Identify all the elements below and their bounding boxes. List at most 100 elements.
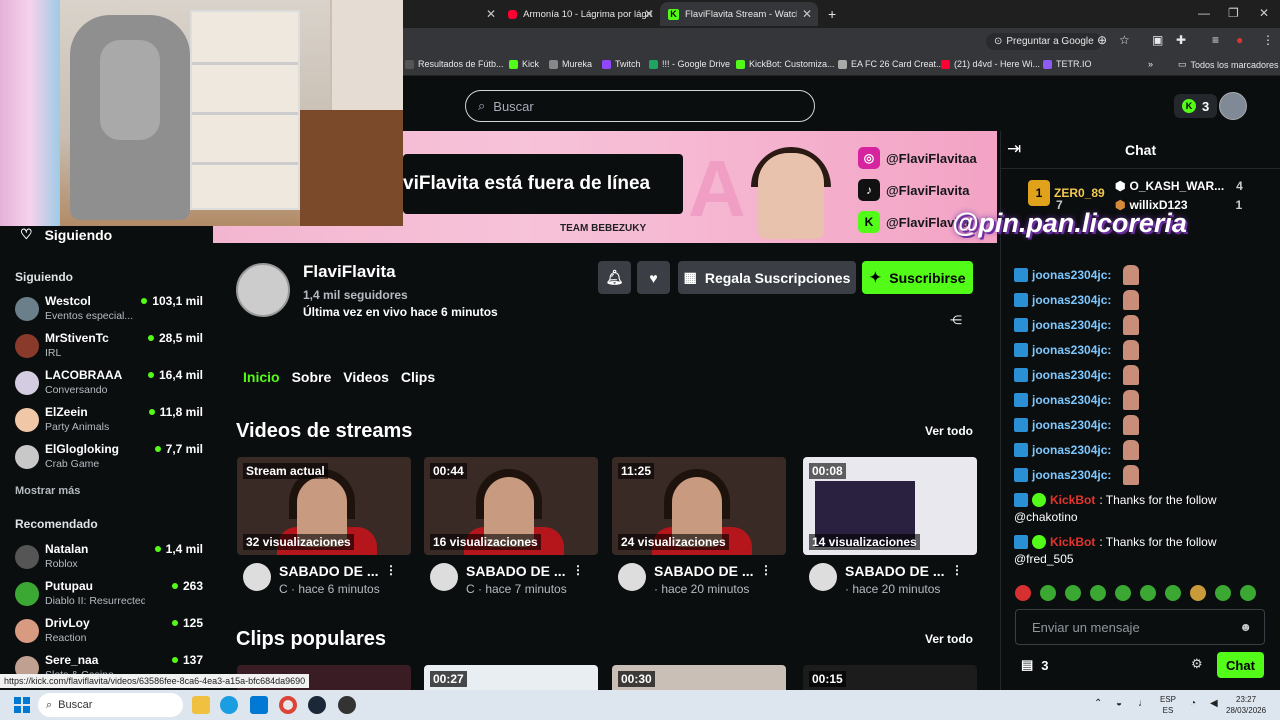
chat-username[interactable]: joonas2304jc: [1032, 418, 1111, 432]
tab-inicio[interactable]: Inicio [243, 369, 280, 385]
tab-youtube[interactable]: Armonía 10 - Lágrima por lágri ✕ [500, 2, 660, 26]
video-card[interactable]: Stream actual 32 visualizaciones SABADO DE… [237, 457, 411, 599]
collapse-chat-icon[interactable]: ⇥ [1007, 139, 1021, 159]
mic-icon[interactable]: ♩ [1138, 698, 1148, 709]
volume-icon[interactable]: ◀ [1210, 698, 1218, 709]
clock[interactable]: 23:27 28/03/2026 [1226, 694, 1266, 716]
bookmark-item[interactable]: KickBot: Customiza... [736, 59, 835, 69]
taskbar-search[interactable]: ⌕ Buscar [38, 693, 183, 717]
video-title[interactable]: SABADO DE ... [654, 563, 754, 579]
windows-start-icon[interactable] [14, 697, 30, 713]
sidebar-channel[interactable]: LACOBRAAA Conversando 16,4 mil [15, 368, 203, 404]
emote-icon[interactable] [1240, 585, 1256, 601]
share-icon[interactable]: ⋲ [950, 313, 962, 327]
close-window-button[interactable]: ✕ [1259, 6, 1269, 20]
bookmark-item[interactable]: (21) d4vd - Here Wi... [941, 59, 1040, 69]
chat-username[interactable]: joonas2304jc: [1032, 268, 1111, 282]
more-options-icon[interactable]: ⋮ [385, 563, 397, 577]
puzzle-icon[interactable]: ✚ [1176, 33, 1186, 47]
chat-username[interactable]: joonas2304jc: [1032, 368, 1111, 382]
clip-card[interactable]: 00:30 [612, 665, 786, 690]
show-more-button[interactable]: Mostrar más [15, 485, 80, 497]
emote-icon[interactable] [1015, 585, 1031, 601]
bookmark-item[interactable]: TETR.IO [1043, 59, 1092, 69]
video-title[interactable]: SABADO DE ... [466, 563, 566, 579]
media-icon[interactable]: ≡ [1212, 33, 1219, 47]
close-icon[interactable]: ✕ [644, 7, 654, 21]
video-title[interactable]: SABADO DE ... [845, 563, 945, 579]
video-card[interactable]: 00:44 16 visualizaciones SABADO DE ... C · … [424, 457, 598, 599]
video-thumbnail[interactable]: Stream actual 32 visualizaciones [237, 457, 411, 555]
clip-card[interactable]: 00:27 [424, 665, 598, 690]
chat-username[interactable]: joonas2304jc: [1032, 443, 1111, 457]
close-icon[interactable]: ✕ [802, 7, 812, 21]
emote-icon[interactable] [1065, 585, 1081, 601]
emoji-icon[interactable]: ☻ [1239, 620, 1252, 634]
bookmark-item[interactable]: Kick [509, 59, 539, 69]
chat-send-button[interactable]: Chat [1217, 652, 1264, 678]
emote-icon[interactable] [1165, 585, 1181, 601]
emote-icon[interactable] [1040, 585, 1056, 601]
emote-icon[interactable] [1215, 585, 1231, 601]
following-nav[interactable]: ♡ Siguiendo [20, 226, 112, 243]
channel-avatar[interactable] [236, 263, 290, 317]
tray-chevron-icon[interactable]: ⌃ [1094, 698, 1102, 709]
video-thumbnail[interactable]: 00:44 16 visualizaciones [424, 457, 598, 555]
sidebar-channel[interactable]: ElGlogloking Crab Game 7,7 mil [15, 442, 203, 478]
bookmark-item[interactable]: Twitch [602, 59, 641, 69]
bookmark-item[interactable]: EA FC 26 Card Creat... [838, 59, 944, 69]
chat-username[interactable]: joonas2304jc: [1032, 468, 1111, 482]
chat-username[interactable]: KickBot [1050, 535, 1095, 549]
sidebar-channel[interactable]: Putupau Diablo II: Resurrected 263 [15, 579, 203, 615]
user-avatar[interactable] [1219, 92, 1247, 120]
bookmark-star-icon[interactable]: ☆ [1119, 33, 1130, 47]
tab-sobre[interactable]: Sobre [292, 369, 332, 385]
minimize-button[interactable]: — [1198, 6, 1210, 20]
ask-google-button[interactable]: ⊙ Preguntar a Google [986, 33, 1102, 50]
chat-mention[interactable]: @fred_505 [1014, 552, 1074, 566]
more-options-icon[interactable]: ⋮ [760, 563, 772, 577]
sidebar-channel[interactable]: Westcol Eventos especial... 103,1 mil [15, 294, 203, 330]
chat-username[interactable]: joonas2304jc: [1032, 318, 1111, 332]
notifications-button[interactable]: 🔔︎ [598, 261, 631, 294]
clip-card[interactable]: 00:15 [803, 665, 977, 690]
chrome-icon[interactable] [279, 696, 297, 714]
kick-points[interactable]: K 3 [1174, 94, 1218, 118]
sidebar-channel[interactable]: ElZeein Party Animals 11,8 mil [15, 405, 203, 441]
clips-see-all[interactable]: Ver todo [925, 632, 973, 646]
menu-icon[interactable]: ⋮ [1262, 33, 1274, 47]
wifi-icon[interactable]: ◔ [1190, 698, 1196, 709]
sidebar-channel[interactable]: DrivLoy Reaction 125 [15, 616, 203, 652]
zoom-icon[interactable]: ⊕ [1097, 33, 1107, 47]
video-card[interactable]: 11:25 24 visualizaciones SABADO DE ... · ha… [612, 457, 786, 599]
new-tab-button[interactable]: + [820, 2, 840, 26]
language-indicator[interactable]: ESP ES [1160, 694, 1176, 716]
network-icon[interactable]: ◒ [1116, 698, 1122, 709]
chat-username[interactable]: joonas2304jc: [1032, 343, 1111, 357]
maximize-button[interactable]: ❐ [1228, 6, 1239, 20]
search-input[interactable]: ⌕ Buscar [465, 90, 815, 122]
chat-username[interactable]: joonas2304jc: [1032, 393, 1111, 407]
sidebar-channel[interactable]: Natalan Roblox 1,4 mil [15, 542, 203, 578]
bookmark-item[interactable]: !!! - Google Drive [649, 59, 730, 69]
steam-icon[interactable] [308, 696, 326, 714]
tab-kick[interactable]: K FlaviFlavita Stream - Watch Live ✕ [660, 2, 818, 26]
bookmarks-overflow[interactable]: » [1148, 59, 1153, 69]
gear-icon[interactable]: ⚙ [1191, 656, 1203, 672]
emote-icon[interactable] [1140, 585, 1156, 601]
tab-clips[interactable]: Clips [401, 369, 435, 385]
subscribe-button[interactable]: ✦ Suscribirse [862, 261, 973, 294]
more-options-icon[interactable]: ⋮ [951, 563, 963, 577]
all-bookmarks[interactable]: ▭ Todos los marcadores [1178, 59, 1279, 70]
video-card[interactable]: 00:08 14 visualizaciones SABADO DE ... · ha… [803, 457, 977, 599]
chat-message-input[interactable]: Enviar un mensaje ☻ [1015, 609, 1265, 645]
sidebar-channel[interactable]: MrStivenTc IRL 28,5 mil [15, 331, 203, 367]
follow-button[interactable]: ♥ [637, 261, 670, 294]
chat-username[interactable]: KickBot [1050, 493, 1095, 507]
tab-videos[interactable]: Videos [343, 369, 389, 385]
video-thumbnail[interactable]: 00:08 14 visualizaciones [803, 457, 977, 555]
more-options-icon[interactable]: ⋮ [572, 563, 584, 577]
file-explorer-icon[interactable] [192, 696, 210, 714]
video-thumbnail[interactable]: 11:25 24 visualizaciones [612, 457, 786, 555]
channel-points[interactable]: ▤ 3 [1021, 657, 1049, 673]
